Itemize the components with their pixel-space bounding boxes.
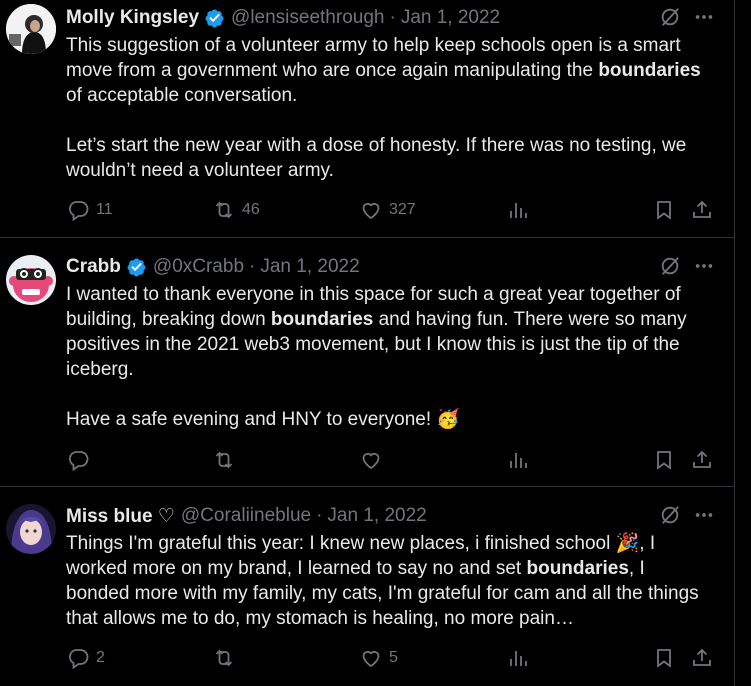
tweet-text: I wanted to thank everyone in this space… [66,282,713,432]
highlight-term: boundaries [270,309,374,330]
more-icon[interactable] [693,504,715,526]
like-count: 5 [389,649,398,666]
views-icon [510,203,527,218]
bookmark-button[interactable] [652,197,676,223]
reply-button[interactable]: 2 [66,645,105,671]
text-segment: of acceptable conversation. [66,85,298,106]
verified-icon [127,258,146,276]
more-icon[interactable] [693,255,715,277]
like-icon [362,202,380,220]
tweet-text: Things I'm grateful this year: I knew ne… [66,531,713,631]
bookmark-icon [657,201,671,220]
author-name[interactable]: Molly Kingsley [66,7,199,29]
grok-icon[interactable] [659,504,681,526]
author-name[interactable]: Crabb [66,256,121,278]
tweet[interactable]: Miss blue ♡ @Coraliineblue · Jan 1, 2022… [0,487,735,686]
retweet-icon [215,451,233,469]
share-button[interactable] [690,197,714,223]
retweet-icon [215,649,233,667]
views-icon [510,651,527,666]
views-icon [510,453,527,468]
tweet[interactable]: Molly Kingsley @lensiseethrough · Jan 1,… [0,0,735,238]
bookmark-button[interactable] [652,447,676,473]
separator: · [389,7,396,28]
reply-icon [69,451,89,472]
bookmark-icon [657,451,671,470]
tweet-date[interactable]: Jan 1, 2022 [327,505,426,527]
avatar[interactable] [6,255,56,305]
author-handle[interactable]: @lensiseethrough [231,7,384,29]
reply-button[interactable]: 11 [66,197,113,223]
avatar[interactable] [6,4,56,54]
like-button[interactable]: 327 [359,197,416,223]
share-icon [693,648,711,666]
action-bar [66,447,714,473]
tweet-date[interactable]: Jan 1, 2022 [260,256,359,278]
more-icon[interactable] [693,6,715,28]
highlight-term: boundaries [598,60,701,81]
author-name[interactable]: Miss blue ♡ [66,505,175,528]
views-button[interactable] [506,645,530,671]
separator: · [249,256,256,277]
views-button[interactable] [506,447,530,473]
text-paragraph: Have a safe evening and HNY to everyone!… [66,409,461,430]
like-icon [362,650,380,668]
tweet-text: This suggestion of a volunteer army to h… [66,33,713,183]
tweet[interactable]: Crabb @0xCrabb · Jan 1, 2022 I wanted to… [0,238,735,487]
reply-icon [69,649,89,670]
action-bar: 2 5 [66,645,714,671]
like-count: 327 [389,201,416,218]
retweet-button[interactable]: 46 [212,197,260,223]
bookmark-icon [657,649,671,668]
tweet-date[interactable]: Jan 1, 2022 [401,7,500,29]
retweet-count: 46 [242,201,260,218]
separator: · [316,505,323,526]
text-segment: This suggestion of a volunteer army to h… [66,35,681,81]
share-button[interactable] [690,447,714,473]
retweet-icon [215,201,233,219]
bookmark-button[interactable] [652,645,676,671]
grok-icon[interactable] [659,6,681,28]
reply-count: 2 [96,649,105,666]
reply-icon [69,201,89,222]
views-button[interactable] [506,197,530,223]
author-handle[interactable]: @0xCrabb [153,256,244,278]
tweet-header: Molly Kingsley @lensiseethrough · Jan 1,… [66,6,715,30]
highlight-term: boundaries [526,558,629,579]
reply-button[interactable] [66,447,96,473]
share-icon [693,450,711,468]
like-button[interactable] [359,447,389,473]
retweet-button[interactable] [212,645,242,671]
share-button[interactable] [690,645,714,671]
reply-count: 11 [96,201,113,218]
tweet-header: Crabb @0xCrabb · Jan 1, 2022 [66,255,715,279]
share-icon [693,200,711,218]
like-icon [362,452,380,470]
like-button[interactable]: 5 [359,645,398,671]
author-handle[interactable]: @Coraliineblue [181,505,311,527]
retweet-button[interactable] [212,447,242,473]
verified-icon [205,9,224,27]
timeline: Molly Kingsley @lensiseethrough · Jan 1,… [0,0,735,686]
grok-icon[interactable] [659,255,681,277]
avatar[interactable] [6,504,56,554]
text-paragraph: Let’s start the new year with a dose of … [66,135,687,181]
action-bar: 11 46 327 [66,197,714,223]
tweet-header: Miss blue ♡ @Coraliineblue · Jan 1, 2022 [66,504,715,528]
